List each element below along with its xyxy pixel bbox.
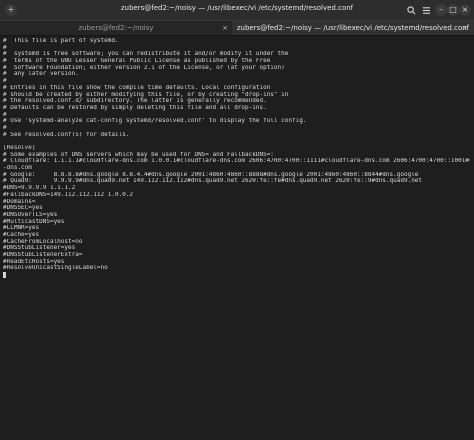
terminal-line: # Google: 8.8.8.8#dns.google 8.8.4.4#dns… — [3, 171, 419, 178]
tab-vi-resolved-conf[interactable]: zubers@fed2:~/noisy — /usr/libexec/vi /e… — [232, 21, 474, 35]
terminal-line: # Software Foundation; either version 2.… — [3, 64, 285, 71]
text-cursor — [3, 272, 6, 279]
terminal-line: # — [3, 78, 7, 85]
hamburger-menu-icon[interactable] — [420, 4, 432, 16]
terminal-line: #FallbackDNS=149.112.112.112 1.0.0.2 — [3, 191, 134, 198]
window-title: zubers@fed2:~/noisy — /usr/libexec/vi /e… — [120, 4, 354, 12]
tab-close-icon[interactable]: × — [460, 23, 470, 33]
terminal-line: # systemd is free software; you can redi… — [3, 51, 289, 58]
terminal-line: # See resolved.conf(5) for details. — [3, 131, 130, 138]
terminal-line: #ResolveUnicastSingleLabel=no — [3, 265, 108, 272]
close-icon[interactable]: × — [459, 4, 471, 16]
terminal-line: # — [3, 124, 7, 131]
tab-label: zubers@fed2:~/noisy — [78, 24, 154, 32]
terminal-line: # any later version. — [3, 71, 79, 78]
terminal-line: #DNSSEC=yes — [3, 205, 43, 212]
tab-noisy[interactable]: zubers@fed2:~/noisy × — [0, 21, 232, 35]
terminal-line: # Cloudflare: 1.1.1.1#cloudflare-dns.com… — [3, 158, 471, 165]
terminal-output[interactable]: # This file is part of systemd. # # system… — [0, 36, 474, 440]
terminal-line: #Domains= — [3, 198, 36, 205]
terminal-line: # Use 'systemd-analyze cat-config system… — [3, 118, 307, 125]
terminal-line: # should be created by either modifying … — [3, 91, 289, 98]
maximize-icon[interactable]: □ — [447, 4, 459, 16]
terminal-line: #DNS=9.9.9.9 1.1.1.2 — [3, 185, 76, 192]
terminal-line: # terms of the GNU Lesser General Public… — [3, 58, 271, 65]
terminal-line: # the resolved.conf.d/ subdirectory. The… — [3, 98, 267, 105]
terminal-line: # Some examples of DNS servers which may… — [3, 151, 274, 158]
terminal-line: #DNSOverTLS=yes — [3, 211, 58, 218]
terminal-line: [Resolve] — [3, 145, 36, 151]
minimize-icon[interactable]: – — [435, 4, 447, 16]
terminal-line: #DNSStubListenerExtra= — [3, 252, 83, 258]
terminal-line: # — [3, 44, 7, 51]
search-icon[interactable] — [405, 4, 417, 16]
terminal-line: #CacheFromLocalhost=no — [3, 238, 83, 245]
terminal-line: #MulticastDNS=yes — [3, 218, 65, 225]
terminal-line: # Entries in this file show the compile … — [3, 84, 271, 91]
terminal-line: -dns.com — [3, 165, 32, 172]
terminal-line: # Defaults can be restored by simply del… — [3, 104, 267, 111]
terminal-line: #LLMNR=yes — [3, 225, 40, 232]
terminal-line: # — [3, 111, 7, 118]
tab-label: zubers@fed2:~/noisy — /usr/libexec/vi /e… — [236, 24, 470, 32]
tab-bar: zubers@fed2:~/noisy × zubers@fed2:~/nois… — [0, 21, 474, 36]
title-bar[interactable]: + zubers@fed2:~/noisy — /usr/libexec/vi … — [0, 0, 474, 21]
terminal-line: # This file is part of systemd. — [3, 38, 119, 44]
terminal-line: #Cache=yes — [3, 231, 40, 238]
terminal-window: + zubers@fed2:~/noisy — /usr/libexec/vi … — [0, 0, 474, 440]
terminal-line: #ReadEtcHosts=yes — [3, 258, 65, 265]
scrollbar[interactable] — [470, 36, 474, 440]
cursor-line — [3, 272, 471, 279]
tab-close-icon[interactable]: × — [220, 23, 230, 33]
terminal-line: #DNSStubListener=yes — [3, 245, 76, 252]
terminal-line: # Quad9: 9.9.9.9#dns.quad9.net 149.112.1… — [3, 178, 423, 185]
